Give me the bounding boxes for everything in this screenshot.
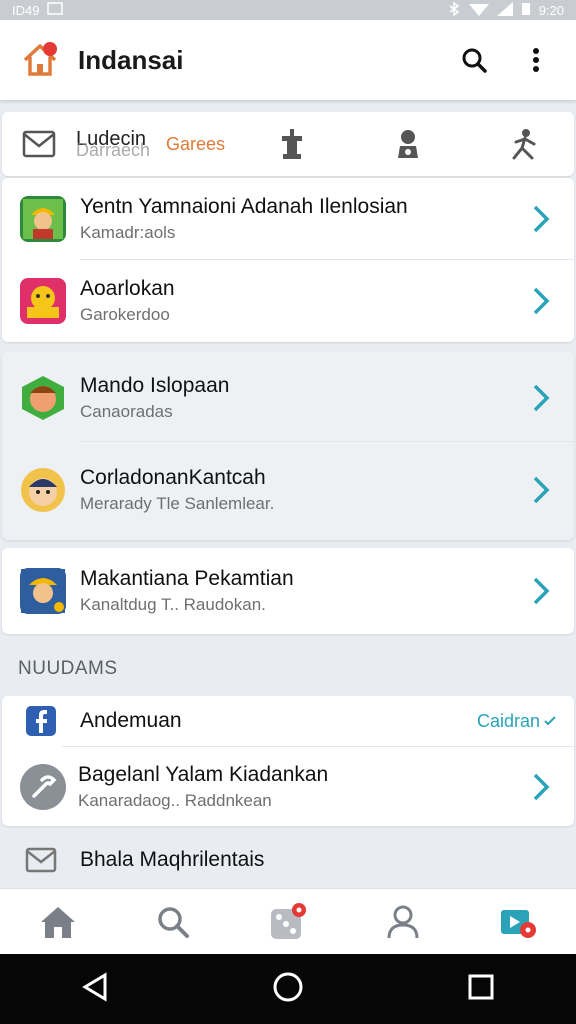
chevron-right-icon[interactable] [526,770,556,804]
category-tabs: Ludecin Darraech Garees [2,112,574,176]
nav-media-icon[interactable] [490,894,546,950]
system-navigation-bar [0,954,576,1024]
settings-row[interactable]: Bagelanl Yalam Kiadankan Kanaradaog.. Ra… [2,748,574,826]
more-vert-icon[interactable] [516,40,556,80]
emoji-game-icon [20,278,66,324]
mail-icon[interactable] [22,129,56,159]
worker-game-icon [20,196,66,242]
miner-game-icon [20,568,66,614]
status-bar: ID49 9:20 [0,0,576,20]
wifi-icon [468,2,489,19]
facebook-icon [26,706,56,736]
search-icon[interactable] [454,40,494,80]
facebook-account-name: Andemuan [80,709,182,732]
chess-icon[interactable] [275,127,309,161]
list-item[interactable]: Mando Islopaan Canaoradas [2,354,574,442]
app-list-group-1: Yentn Yamnaioni Adanah Ilenlosian Kamadr… [2,178,574,342]
mail-icon [24,845,58,875]
home-icon[interactable] [20,40,60,80]
chevron-right-icon[interactable] [526,284,556,318]
nav-dice-icon[interactable] [260,894,316,950]
app-subtitle: Kamadr:aols [80,223,176,242]
mail-row[interactable]: Bhala Maqhrilentais [2,836,574,884]
signal-icon [496,1,513,19]
app-subtitle: Merarady Tle Sanlemlear. [80,494,275,513]
bottom-navigation [0,888,576,954]
app-name: CorladonanKantcah [80,466,266,489]
check-icon [544,716,556,726]
app-title: Indansai [78,44,184,75]
divider [62,746,574,747]
tab-ludecin[interactable]: Ludecin Darraech [76,124,156,164]
notification-icon [47,2,64,18]
status-left-text: ID49 [12,2,40,18]
tool-icon [20,764,66,810]
bluetooth-icon [447,0,461,19]
divider [80,441,574,442]
section-title: NUUDAMS [18,658,118,679]
facebook-action-link[interactable]: Caidran [477,711,556,732]
app-name: Yentn Yamnaioni Adanah Ilenlosian [80,195,408,218]
home-circle-icon[interactable] [272,971,304,1008]
list-item[interactable]: Aoarlokan Garokerdoo [2,260,574,342]
chevron-right-icon[interactable] [526,574,556,608]
recents-icon[interactable] [467,973,495,1006]
app-list-group-2: Mando Islopaan Canaoradas CorladonanKant… [2,352,574,540]
app-name: Aoarlokan [80,277,175,300]
chevron-right-icon[interactable] [526,473,556,507]
nav-search-icon[interactable] [145,894,201,950]
status-clock: 9:20 [538,2,564,18]
list-item[interactable]: Yentn Yamnaioni Adanah Ilenlosian Kamadr… [2,178,574,260]
accounts-card: Andemuan Caidran Bagelanl Yalam Kiadanka… [2,696,574,826]
tab-ludecin-sublabel: Darraech [76,140,151,160]
app-subtitle: Kanaltdug T.. Raudokan. [80,595,266,614]
list-item[interactable]: Makantiana Pekamtian Kanaltdug T.. Raudo… [2,550,574,632]
person-icon[interactable] [391,127,425,161]
settings-row-subtitle: Kanaradaog.. Raddnkean [78,791,272,810]
face-game-icon [20,467,66,513]
settings-row-name: Bagelanl Yalam Kiadankan [78,763,329,786]
app-subtitle: Canaoradas [80,402,173,421]
app-bar: Indansai [0,20,576,100]
facebook-row[interactable]: Andemuan Caidran [2,696,574,746]
app-name: Mando Islopaan [80,374,230,397]
tab-garees[interactable]: Garees [166,134,225,155]
facebook-action-label: Caidran [476,710,540,731]
app-subtitle: Garokerdoo [80,305,170,324]
back-icon[interactable] [81,971,109,1007]
mail-row-name: Bhala Maqhrilentais [80,848,265,871]
chevron-right-icon[interactable] [526,381,556,415]
chevron-right-icon[interactable] [526,202,556,236]
nav-profile-icon[interactable] [375,894,431,950]
hero-game-icon [20,375,66,421]
app-list-group-3: Makantiana Pekamtian Kanaltdug T.. Raudo… [2,548,574,634]
figure-icon[interactable] [507,127,541,161]
battery-icon [521,2,531,19]
list-item[interactable]: CorladonanKantcah Merarady Tle Sanlemlea… [2,446,574,534]
nav-home-icon[interactable] [30,894,86,950]
app-name: Makantiana Pekamtian [80,567,294,590]
